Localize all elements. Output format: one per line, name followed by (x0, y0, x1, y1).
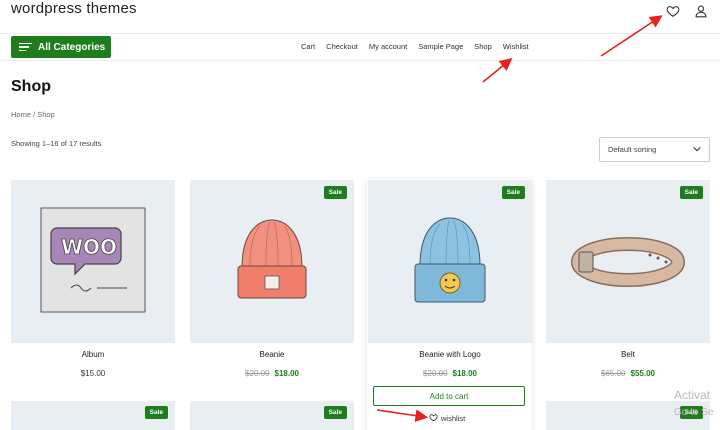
product-image[interactable]: Sale (190, 401, 354, 430)
nav-sample-page[interactable]: Sample Page (418, 42, 463, 51)
sale-badge: Sale (679, 186, 703, 199)
nav-cart[interactable]: Cart (301, 42, 315, 51)
product-card[interactable]: Sale Belt $65.00 $55.00 (546, 180, 710, 378)
price-sale: $55.00 (630, 369, 655, 378)
nav-wishlist[interactable]: Wishlist (503, 42, 529, 51)
chevron-down-icon (693, 145, 701, 154)
sale-badge: Sale (323, 186, 347, 199)
sale-badge: Sale (501, 186, 525, 199)
product-card[interactable]: Sale Beanie $20.00 $18.00 (190, 180, 354, 378)
heart-icon[interactable] (666, 4, 680, 18)
svg-text:WOO: WOO (61, 235, 117, 259)
page-title: Shop (11, 78, 51, 95)
watermark-line-2: Go to Se (674, 407, 714, 418)
price-old: $20.00 (423, 369, 448, 378)
add-to-wishlist-link[interactable]: wishlist (429, 413, 465, 424)
nav-my-account[interactable]: My account (369, 42, 407, 51)
header-divider (0, 33, 720, 34)
price-sale: $18.00 (274, 369, 299, 378)
sorting-value: Default sorting (608, 145, 657, 154)
product-image[interactable]: Sale (368, 180, 532, 343)
site-title[interactable]: wordpress themes (11, 0, 137, 17)
product-card[interactable]: WOO Album $15.00 (11, 180, 175, 378)
sale-badge: Sale (144, 406, 168, 419)
product-image[interactable]: Sale (190, 180, 354, 343)
main-nav: Cart Checkout My account Sample Page Sho… (301, 42, 529, 51)
price-old: $65.00 (601, 369, 626, 378)
price-sale: $18.00 (452, 369, 477, 378)
menu-icon (19, 43, 32, 51)
product-price: $15.00 (11, 369, 175, 378)
product-name[interactable]: Beanie (190, 350, 354, 359)
wishlist-label: wishlist (441, 414, 466, 423)
product-price: $20.00 $18.00 (368, 369, 532, 378)
arrow-to-wishlist-nav (482, 57, 513, 83)
header-icons (666, 4, 708, 18)
breadcrumb[interactable]: Home / Shop (11, 110, 55, 119)
nav-divider (0, 60, 720, 61)
user-icon[interactable] (694, 4, 708, 18)
heart-icon (429, 413, 438, 424)
all-categories-button[interactable]: All Categories (11, 36, 111, 58)
add-to-cart-button[interactable]: Add to cart (373, 386, 525, 406)
nav-shop[interactable]: Shop (474, 42, 492, 51)
price-regular: $15.00 (80, 369, 106, 378)
price-old: $20.00 (245, 369, 270, 378)
product-image[interactable]: WOO (11, 180, 175, 343)
product-price: $20.00 $18.00 (190, 369, 354, 378)
all-categories-label: All Categories (38, 41, 106, 53)
arrow-to-heart-icon (600, 15, 663, 57)
watermark-line-1: Activat (674, 388, 711, 402)
nav-checkout[interactable]: Checkout (326, 42, 358, 51)
product-name[interactable]: Belt (546, 350, 710, 359)
activation-watermark: Activat Go to Se (674, 387, 713, 421)
product-card[interactable]: Sale Beanie with Logo $20.00 $18.00 (368, 180, 532, 378)
sale-badge: Sale (323, 406, 347, 419)
product-name[interactable]: Album (11, 350, 175, 359)
product-name[interactable]: Beanie with Logo (368, 350, 532, 359)
product-image[interactable]: Sale (11, 401, 175, 430)
product-image[interactable]: Sale (546, 180, 710, 343)
product-price: $65.00 $55.00 (546, 369, 710, 378)
result-count: Showing 1–16 of 17 results (11, 139, 102, 148)
sorting-select[interactable]: Default sorting (599, 137, 710, 162)
